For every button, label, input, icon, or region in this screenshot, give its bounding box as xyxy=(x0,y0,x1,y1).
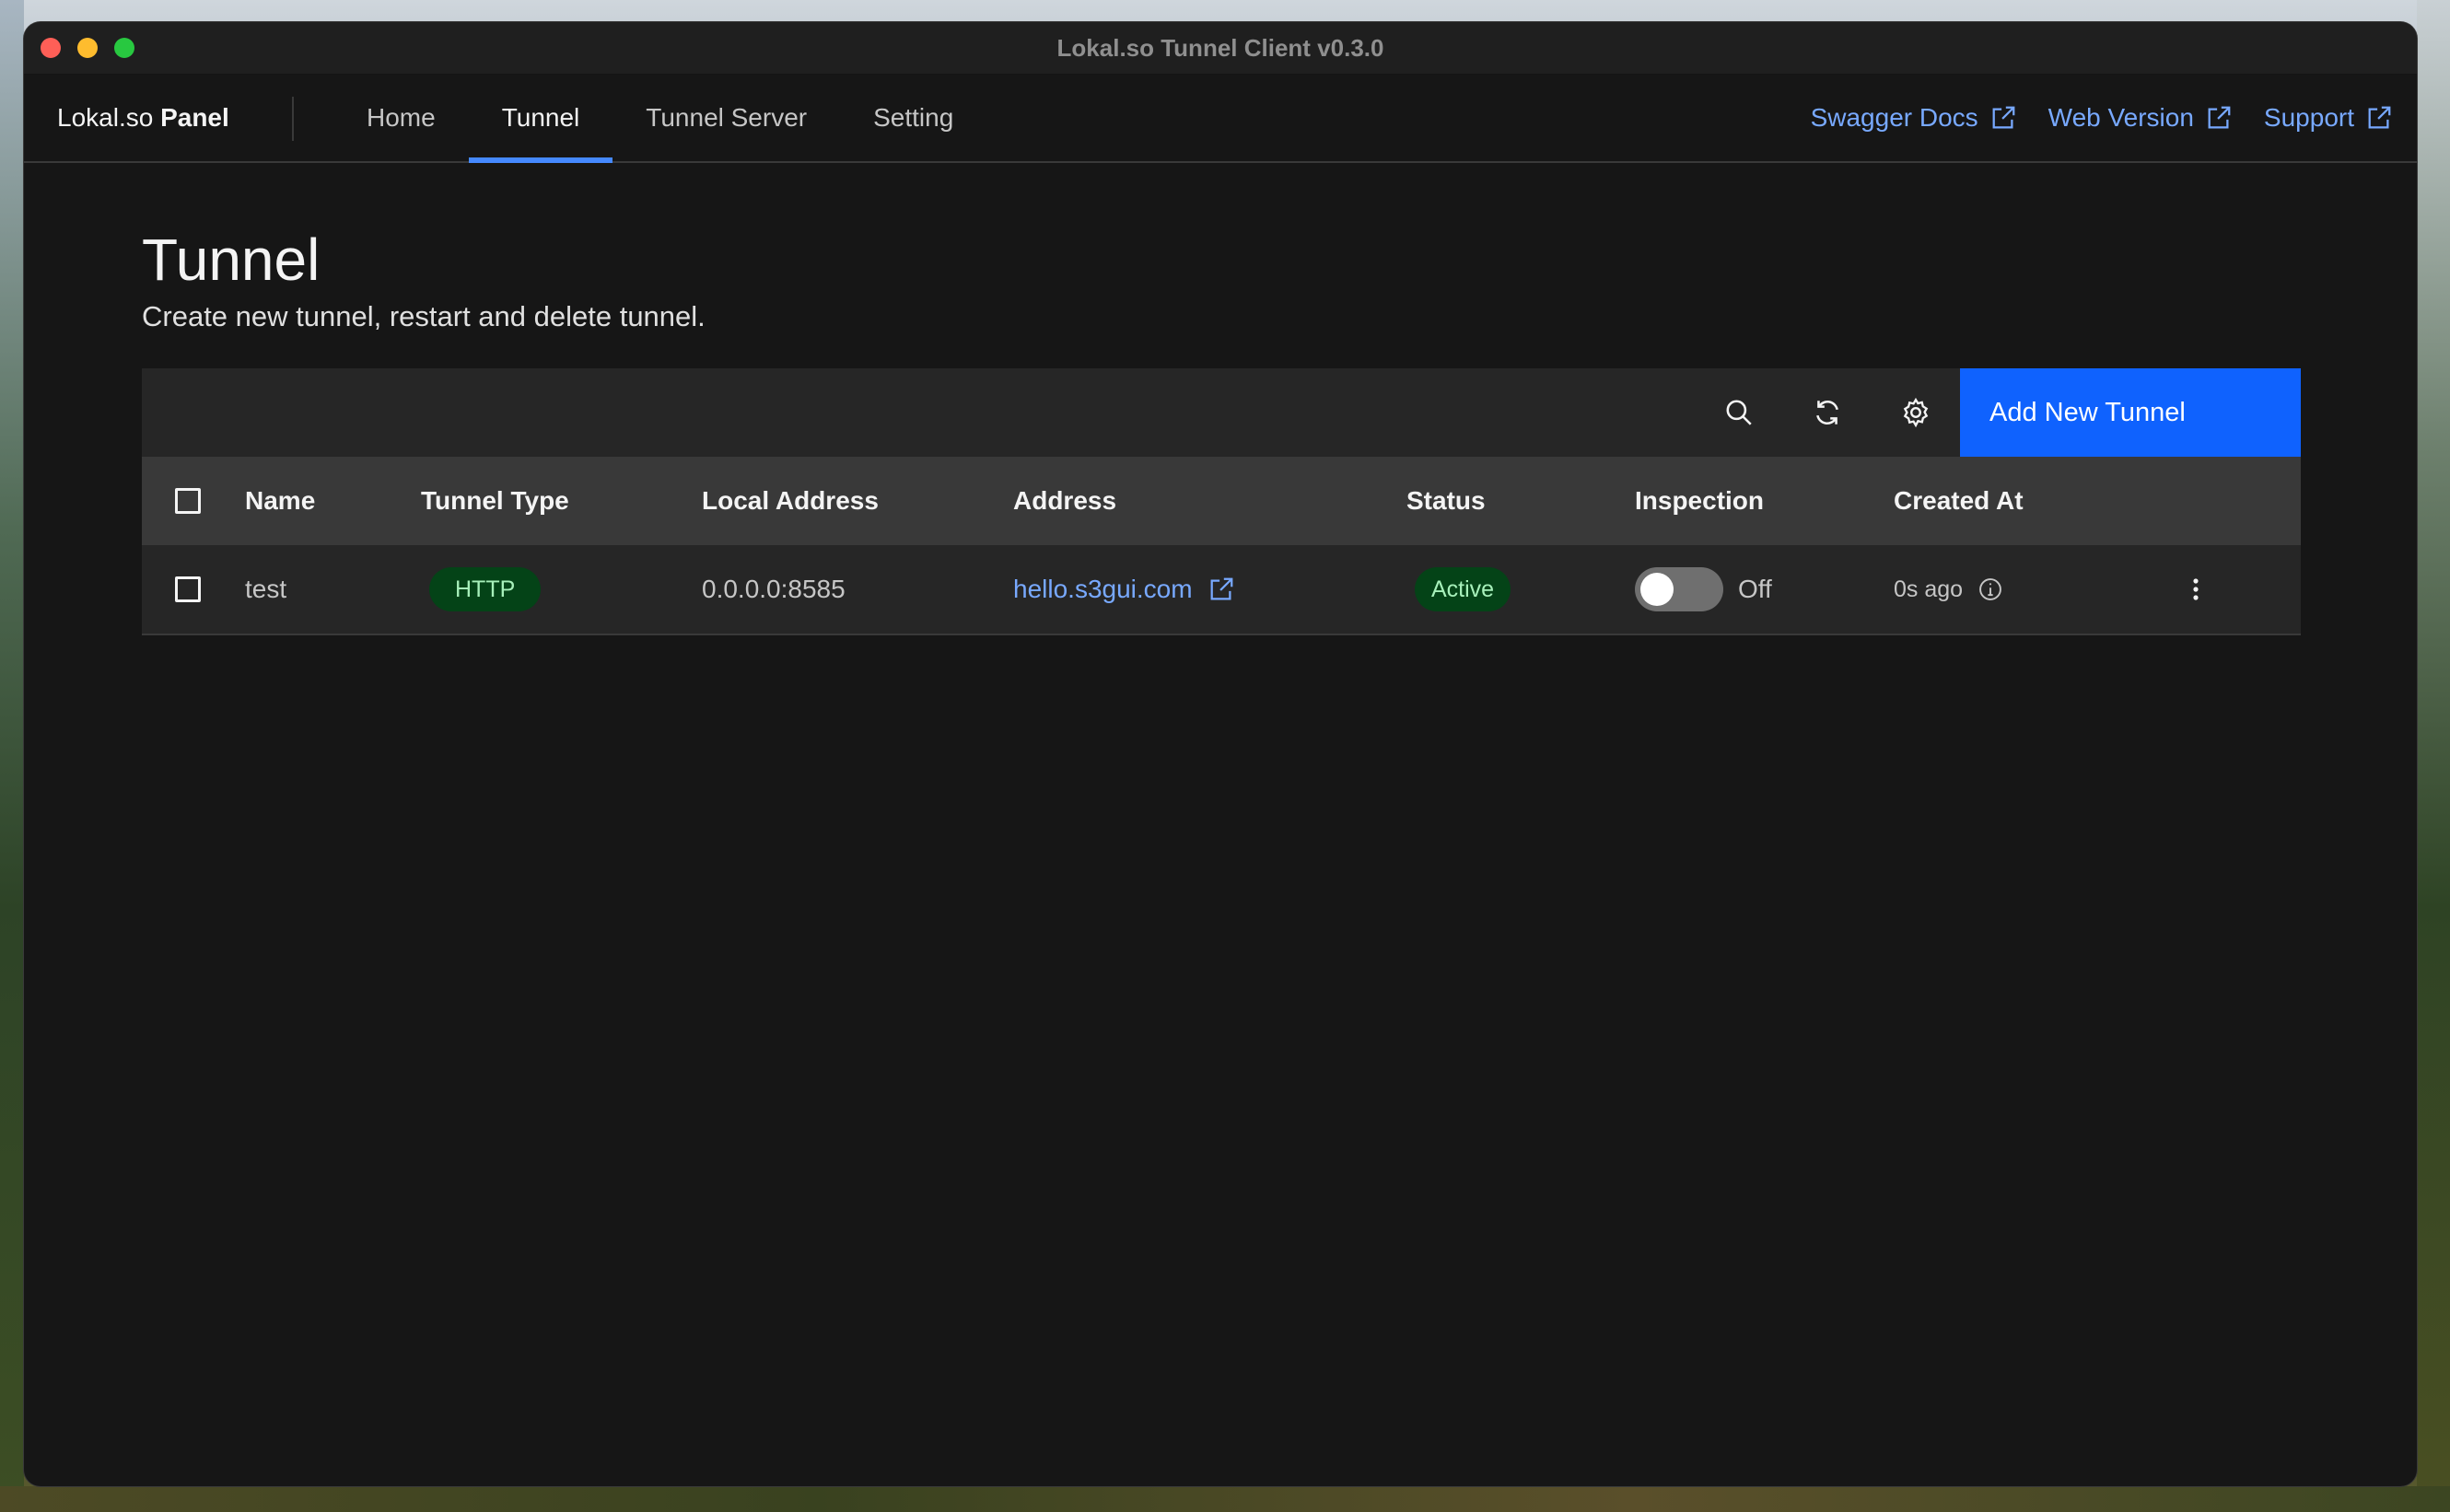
table-toolbar: Add New Tunnel xyxy=(142,368,2301,457)
refresh-button[interactable] xyxy=(1783,368,1872,457)
row-overflow-menu-button[interactable] xyxy=(2174,567,2218,611)
header-status[interactable]: Status xyxy=(1406,457,1486,545)
info-icon[interactable] xyxy=(1978,576,2003,602)
settings-icon xyxy=(1903,397,1929,428)
refresh-icon xyxy=(1816,401,1838,425)
web-version-label: Web Version xyxy=(2048,103,2194,132)
nav-item-tunnel[interactable]: Tunnel xyxy=(468,75,613,163)
brand-prefix: Lokal.so xyxy=(57,103,154,132)
swagger-docs-link[interactable]: Swagger Docs xyxy=(1811,103,2017,133)
add-new-tunnel-button[interactable]: Add New Tunnel xyxy=(1960,368,2301,457)
support-link[interactable]: Support xyxy=(2264,103,2393,133)
brand-logo[interactable]: Lokal.so Panel xyxy=(57,75,229,161)
header-created-at[interactable]: Created At xyxy=(1894,457,2024,545)
brand-suffix: Panel xyxy=(160,103,229,132)
toggle-knob xyxy=(1640,573,1674,606)
external-link-icon xyxy=(2368,106,2391,129)
local-address: 0.0.0.0:8585 xyxy=(702,575,846,603)
external-link-icon xyxy=(1210,577,1232,600)
created-at-cell: 0s ago xyxy=(1894,545,2003,634)
inspection-cell: Off xyxy=(1635,545,1772,634)
app-window: Lokal.so Tunnel Client v0.3.0 Lokal.so P… xyxy=(24,22,2417,1486)
web-version-link[interactable]: Web Version xyxy=(2048,103,2233,133)
header-local-address[interactable]: Local Address xyxy=(702,457,879,545)
tunnel-type-cell: HTTP xyxy=(429,545,542,634)
row-checkbox[interactable] xyxy=(175,576,201,602)
tunnel-address-text: hello.s3gui.com xyxy=(1013,575,1193,603)
nav-menu: Home Tunnel Tunnel Server Setting xyxy=(333,75,986,163)
page-header: Tunnel Create new tunnel, restart and de… xyxy=(142,225,2301,333)
search-icon xyxy=(1726,400,1752,425)
table-row: test HTTP 0.0.0.0:8585 hello.s3gui.com A… xyxy=(142,545,2301,635)
top-navigation: Lokal.so Panel Home Tunnel Tunnel Server… xyxy=(24,75,2417,163)
nav-item-tunnel-server[interactable]: Tunnel Server xyxy=(612,75,840,161)
search-button[interactable] xyxy=(1695,368,1783,457)
page-subtitle: Create new tunnel, restart and delete tu… xyxy=(142,300,706,332)
header-select-cell xyxy=(175,457,201,545)
page-title: Tunnel xyxy=(142,227,321,293)
external-links: Swagger Docs Web Version Support xyxy=(1811,75,2393,161)
desktop-wallpaper-left xyxy=(0,0,24,1512)
nav-item-setting[interactable]: Setting xyxy=(840,75,986,161)
table-header-row: Name Tunnel Type Local Address Address S… xyxy=(142,457,2301,545)
header-inspection[interactable]: Inspection xyxy=(1635,457,1764,545)
tunnel-table: Add New Tunnel Name Tunnel Type Local Ad… xyxy=(142,368,2301,635)
status-cell: Active xyxy=(1415,545,1511,634)
inspection-toggle[interactable] xyxy=(1635,567,1723,611)
title-bar: Lokal.so Tunnel Client v0.3.0 xyxy=(24,22,2417,75)
support-label: Support xyxy=(2263,103,2354,132)
window-title: Lokal.so Tunnel Client v0.3.0 xyxy=(1056,34,1384,62)
created-at-value: 0s ago xyxy=(1894,576,1964,602)
nav-divider xyxy=(292,97,294,141)
table-settings-button[interactable] xyxy=(1872,368,1960,457)
tunnel-address-link[interactable]: hello.s3gui.com xyxy=(1013,575,1235,604)
swagger-docs-label: Swagger Docs xyxy=(1810,103,1978,132)
desktop-wallpaper-right xyxy=(2417,0,2450,1512)
desktop-wallpaper-bottom xyxy=(0,1486,2450,1512)
header-name[interactable]: Name xyxy=(245,457,315,545)
tunnel-type-tag: HTTP xyxy=(429,567,542,611)
external-link-icon xyxy=(1992,106,2015,129)
address-cell: hello.s3gui.com xyxy=(1013,545,1235,634)
tunnel-name: test xyxy=(245,575,287,603)
nav-item-home[interactable]: Home xyxy=(333,75,469,161)
select-all-checkbox[interactable] xyxy=(175,488,201,514)
header-tunnel-type[interactable]: Tunnel Type xyxy=(421,457,569,545)
status-badge: Active xyxy=(1415,567,1511,611)
row-actions-cell xyxy=(2174,545,2218,634)
overflow-menu-icon xyxy=(2193,578,2199,600)
header-address[interactable]: Address xyxy=(1013,457,1116,545)
row-select-cell xyxy=(175,545,201,634)
external-link-icon xyxy=(2208,106,2231,129)
inspection-state-label: Off xyxy=(1738,575,1772,603)
